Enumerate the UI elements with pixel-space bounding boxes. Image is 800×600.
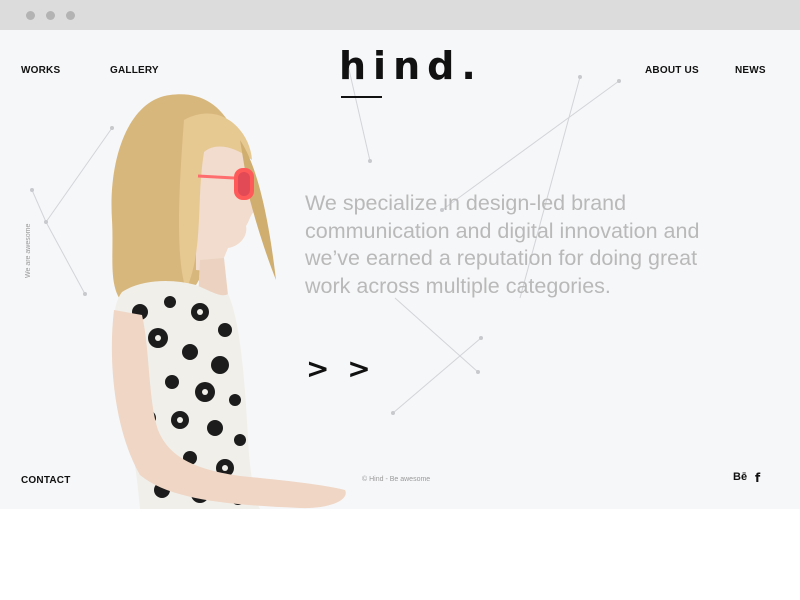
vertical-tagline: We are awesome — [25, 223, 32, 278]
logo-underline — [341, 96, 382, 98]
nav-news[interactable]: NEWS — [735, 65, 766, 76]
landing-page: WORKS GALLERY hind. ABOUT US NEWS We are… — [0, 30, 800, 509]
next-arrows-button[interactable]: > > — [306, 354, 375, 384]
copyright-text: © Hind - Be awesome — [362, 476, 431, 483]
window-maximize-dot[interactable] — [66, 11, 75, 20]
behance-icon[interactable]: Bē — [733, 471, 747, 483]
blank-area — [0, 509, 800, 600]
nav-about-us[interactable]: ABOUT US — [645, 65, 699, 76]
site-logo[interactable]: hind. — [339, 44, 483, 88]
nav-works[interactable]: WORKS — [21, 65, 60, 76]
hero-tagline: We specialize in design-led brand commun… — [305, 191, 700, 298]
nav-contact[interactable]: CONTACT — [21, 475, 71, 486]
window-close-dot[interactable] — [26, 11, 35, 20]
browser-chrome — [0, 0, 800, 30]
window-minimize-dot[interactable] — [46, 11, 55, 20]
nav-gallery[interactable]: GALLERY — [110, 65, 159, 76]
facebook-icon[interactable]: f — [755, 471, 760, 485]
